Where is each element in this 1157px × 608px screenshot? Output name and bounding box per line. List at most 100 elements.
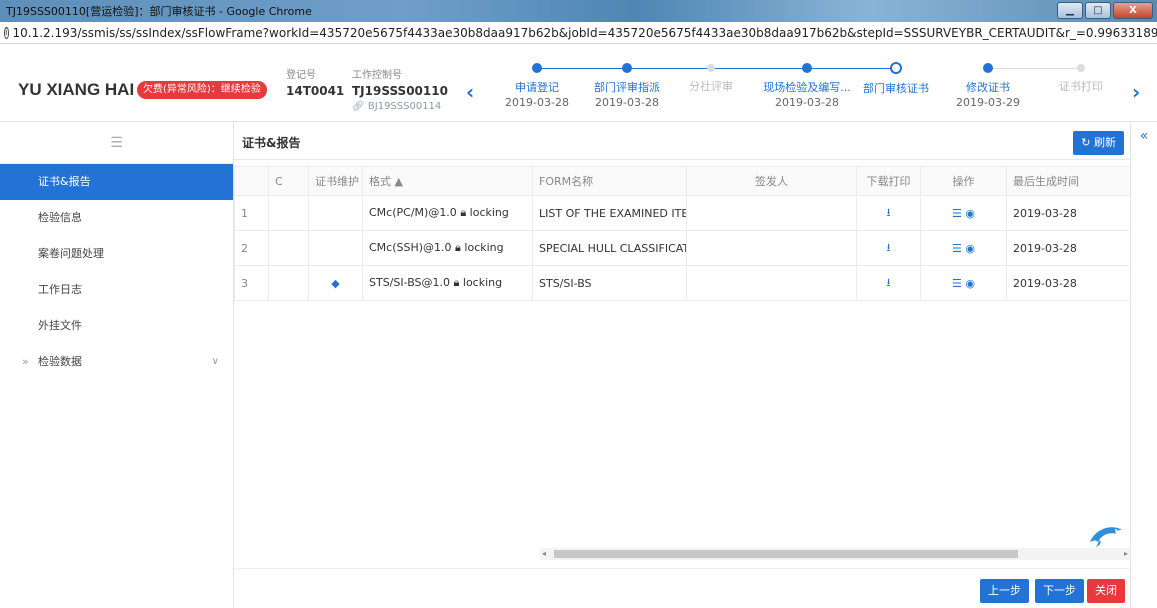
ship-name: YU XIANG HAI	[18, 80, 135, 99]
step-dot	[532, 63, 542, 73]
list-icon[interactable]: ☰	[952, 207, 962, 220]
tag-icon[interactable]: ◆	[331, 277, 339, 290]
col-header-form-name[interactable]: FORM名称	[532, 166, 687, 196]
prev-step-button[interactable]: 上一步	[980, 579, 1029, 603]
sidebar-item-inspection-info[interactable]: 检验信息	[0, 200, 233, 236]
footer-bar: 上一步 下一步 关闭	[234, 568, 1130, 608]
lock-icon: 🔒︎	[455, 241, 461, 254]
lock-status: locking	[469, 206, 509, 219]
row-form-name: SPECIAL HULL CLASSIFICATIC	[532, 230, 687, 266]
table-row[interactable]: 2 CMc(SSH)@1.0 🔒︎ locking SPECIAL HULL C…	[234, 230, 1131, 266]
close-button[interactable]: 关闭	[1087, 579, 1125, 603]
horizontal-scrollbar[interactable]: ◂ ▸	[540, 548, 1130, 560]
page-title: 证书&报告	[242, 136, 301, 150]
step-dot	[802, 63, 812, 73]
row-c	[268, 230, 309, 266]
download-icon[interactable]: ⭳	[887, 276, 891, 289]
table-row[interactable]: 3 ◆ STS/SI-BS@1.0 🔒︎ locking STS/SI-BS ⭳…	[234, 265, 1131, 301]
sidebar-item-attachments[interactable]: 外挂文件	[0, 308, 233, 344]
maximize-button[interactable]: □	[1085, 2, 1111, 19]
row-c	[268, 195, 309, 231]
step-dot	[983, 63, 993, 73]
reg-no-label: 登记号	[286, 70, 316, 81]
eye-icon[interactable]: ◉	[965, 207, 975, 220]
sidebar-item-case-issues[interactable]: 案卷问题处理	[0, 236, 233, 272]
col-header-format[interactable]: 格式 ▲	[362, 166, 533, 196]
step-dot-current	[890, 62, 902, 74]
scroll-right-arrow[interactable]: ▸	[1124, 548, 1128, 560]
address-bar[interactable]: i 10.1.2.193/ssmis/ss/ssIndex/ssFlowFram…	[0, 22, 1157, 44]
sidebar-item-cert-report[interactable]: 证书&报告	[0, 164, 233, 200]
col-header-actions: 操作	[920, 166, 1007, 196]
row-c	[268, 265, 309, 301]
right-panel-collapse-icon[interactable]: «	[1130, 122, 1157, 608]
sidebar-item-work-log[interactable]: 工作日志	[0, 272, 233, 308]
cert-table: C 证书维护 格式 ▲ FORM名称 签发人 下载打印 操作 最后生成时间 1 …	[234, 166, 1131, 301]
format-text: STS/SI-BS@1.0	[369, 276, 451, 289]
main-panel: 证书&报告 ↻ 刷新 C 证书维护 格式 ▲ FORM名称 签发人 下载打印 操…	[234, 122, 1131, 608]
list-icon[interactable]: ☰	[952, 277, 962, 290]
sidebar-item-label: 检验数据	[38, 355, 82, 368]
col-header-c[interactable]: C	[268, 166, 309, 196]
row-actions: ☰ ◉	[920, 265, 1007, 301]
next-step-button[interactable]: 下一步	[1035, 579, 1084, 603]
row-format: CMc(SSH)@1.0 🔒︎ locking	[362, 230, 533, 266]
work-ctrl-value: TJ19SSS00110	[352, 84, 448, 98]
row-index: 1	[234, 195, 269, 231]
row-last-gen: 2019-03-28	[1006, 230, 1131, 266]
step-date: 2019-03-28	[595, 96, 659, 109]
sidebar: ☰ 证书&报告 检验信息 案卷问题处理 工作日志 外挂文件 » 检验数据 ∨	[0, 122, 234, 608]
format-text: CMc(PC/M)@1.0	[369, 206, 457, 219]
row-form-name: STS/SI-BS	[532, 265, 687, 301]
col-header-download: 下载打印	[856, 166, 921, 196]
row-index: 2	[234, 230, 269, 266]
step-date: 2019-03-29	[956, 96, 1020, 109]
step-dot	[1077, 64, 1085, 72]
info-icon[interactable]: i	[4, 26, 9, 39]
row-download: ⭳	[856, 195, 921, 231]
row-last-gen: 2019-03-28	[1006, 265, 1131, 301]
row-cert-maint: ◆	[308, 265, 363, 301]
link-icon: 🔗︎	[352, 101, 365, 112]
steps-prev-arrow[interactable]: ‹	[466, 80, 474, 104]
risk-badge: 欠费(异常风险)：继续检验	[137, 81, 267, 99]
scrollbar-thumb[interactable]	[554, 550, 1018, 558]
url-text[interactable]: 10.1.2.193/ssmis/ss/ssIndex/ssFlowFrame?…	[13, 26, 1157, 40]
lock-status: locking	[462, 276, 503, 289]
row-issuer	[686, 265, 857, 301]
work-ctrl-sub-text: BJ19SSS00114	[367, 101, 442, 112]
row-issuer	[686, 195, 857, 231]
minimize-button[interactable]: ▁	[1057, 2, 1083, 19]
app-header: YU XIANG HAI 欠费(异常风险)：继续检验 登记号 14T0041 工…	[0, 44, 1157, 122]
close-window-button[interactable]: X	[1113, 2, 1153, 19]
reg-no-value: 14T0041	[286, 84, 345, 98]
download-icon[interactable]: ⭳	[887, 206, 891, 219]
window-title: TJ19SSS00110[营运检验]：部门审核证书 - Google Chrom…	[6, 5, 312, 18]
list-icon[interactable]: ☰	[952, 242, 962, 255]
scroll-left-arrow[interactable]: ◂	[542, 548, 546, 560]
lock-icon: 🔒︎	[460, 206, 467, 219]
eye-icon[interactable]: ◉	[965, 277, 975, 290]
row-cert-maint	[308, 230, 363, 266]
col-header-cert-maint[interactable]: 证书维护	[308, 166, 363, 196]
step-branch-review[interactable]: 分社评审	[656, 63, 766, 95]
col-header-index	[234, 166, 269, 196]
sidebar-collapse-icon[interactable]: ☰	[0, 122, 233, 164]
col-header-last-gen[interactable]: 最后生成时间	[1006, 166, 1131, 196]
sidebar-item-inspection-data[interactable]: » 检验数据 ∨	[0, 344, 233, 380]
row-actions: ☰ ◉	[920, 230, 1007, 266]
window-controls: ▁ □ X	[1057, 2, 1153, 19]
row-last-gen: 2019-03-28	[1006, 195, 1131, 231]
row-actions: ☰ ◉	[920, 195, 1007, 231]
double-chevron-icon: »	[22, 355, 29, 368]
refresh-button[interactable]: ↻ 刷新	[1073, 131, 1124, 155]
main-header: 证书&报告 ↻ 刷新	[234, 122, 1130, 160]
col-header-issuer[interactable]: 签发人	[686, 166, 857, 196]
format-text: CMc(SSH)@1.0	[369, 241, 452, 254]
table-row[interactable]: 1 CMc(PC/M)@1.0 🔒︎ locking LIST OF THE E…	[234, 195, 1131, 231]
row-download: ⭳	[856, 230, 921, 266]
download-icon[interactable]: ⭳	[887, 241, 891, 254]
lock-icon: 🔒︎	[453, 276, 460, 289]
eye-icon[interactable]: ◉	[965, 242, 975, 255]
step-print-cert[interactable]: 证书打印	[1026, 63, 1136, 95]
